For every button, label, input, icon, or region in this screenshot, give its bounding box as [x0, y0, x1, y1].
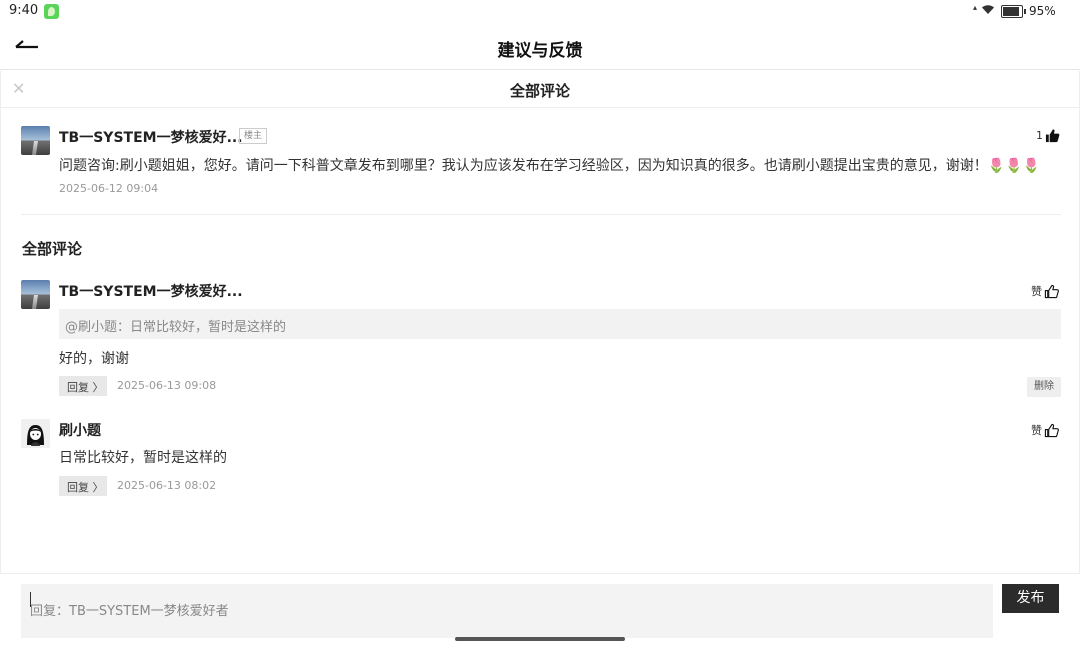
thumbs-up-icon	[1044, 284, 1059, 298]
thumbs-up-icon	[1045, 129, 1060, 143]
divider	[21, 214, 1061, 215]
thumbs-up-icon	[1044, 423, 1059, 437]
panel-title: 全部评论	[509, 82, 570, 100]
comment-author-name[interactable]: 刷小题	[59, 420, 101, 440]
publish-button[interactable]: 发布	[1002, 584, 1059, 613]
post-content: 问题咨询:刷小题姐姐，您好。请问一下科普文章发布到哪里？我认为应该发布在学习经验…	[59, 158, 1041, 174]
avatar[interactable]	[21, 419, 50, 448]
app-notification-icon	[44, 4, 59, 19]
wifi-icon	[981, 3, 995, 18]
author-tag: 楼主	[239, 128, 268, 144]
quoted-comment: @刷小题：日常比较好，暂时是这样的	[59, 309, 1061, 339]
avatar[interactable]	[21, 126, 50, 155]
post-time: 2025-06-12 09:04	[59, 182, 159, 195]
page-title: 建议与反馈	[497, 41, 583, 61]
status-bar: 9:40 ▴ 95%	[0, 0, 1080, 24]
delete-button[interactable]: 删除	[1027, 377, 1061, 397]
post-like-count: 1	[1036, 129, 1043, 142]
signal-icon: ▴	[973, 3, 978, 12]
panel-title-bar: ✕ 全部评论	[1, 71, 1079, 108]
comment-time: 2025-06-13 08:02	[117, 479, 217, 492]
section-title: 全部评论	[22, 240, 83, 258]
avatar[interactable]	[21, 280, 50, 309]
comment-time: 2025-06-13 09:08	[117, 379, 217, 392]
like-label: 赞	[1031, 424, 1042, 437]
comment-text: 好的，谢谢	[59, 351, 129, 367]
comment-like-button[interactable]: 赞	[1031, 422, 1059, 438]
post-like-button[interactable]: 1	[1036, 128, 1060, 143]
comment-like-button[interactable]: 赞	[1031, 283, 1059, 299]
reply-input[interactable]	[21, 584, 993, 638]
reply-button[interactable]: 回复 〉	[59, 476, 107, 496]
status-time: 9:40	[9, 3, 39, 18]
reply-composer: 发布	[0, 573, 1080, 648]
comments-panel: ✕ 全部评论 TB一SYSTEM一梦核爱好... 楼主 1 问题咨询:刷小题姐姐…	[0, 71, 1080, 648]
like-label: 赞	[1031, 285, 1042, 298]
reply-button[interactable]: 回复 〉	[59, 376, 107, 396]
comment-text: 日常比较好，暂时是这样的	[59, 450, 227, 466]
battery-fill	[1003, 7, 1020, 16]
post-author-name[interactable]: TB一SYSTEM一梦核爱好...	[59, 127, 243, 147]
battery-tip	[1024, 9, 1026, 14]
top-header: 建议与反馈	[0, 24, 1080, 70]
comment-author-name[interactable]: TB一SYSTEM一梦核爱好...	[59, 281, 243, 301]
battery-percent: 95%	[1029, 4, 1056, 18]
text-cursor	[30, 592, 31, 607]
battery-icon	[1001, 5, 1023, 18]
home-indicator[interactable]	[455, 637, 625, 641]
